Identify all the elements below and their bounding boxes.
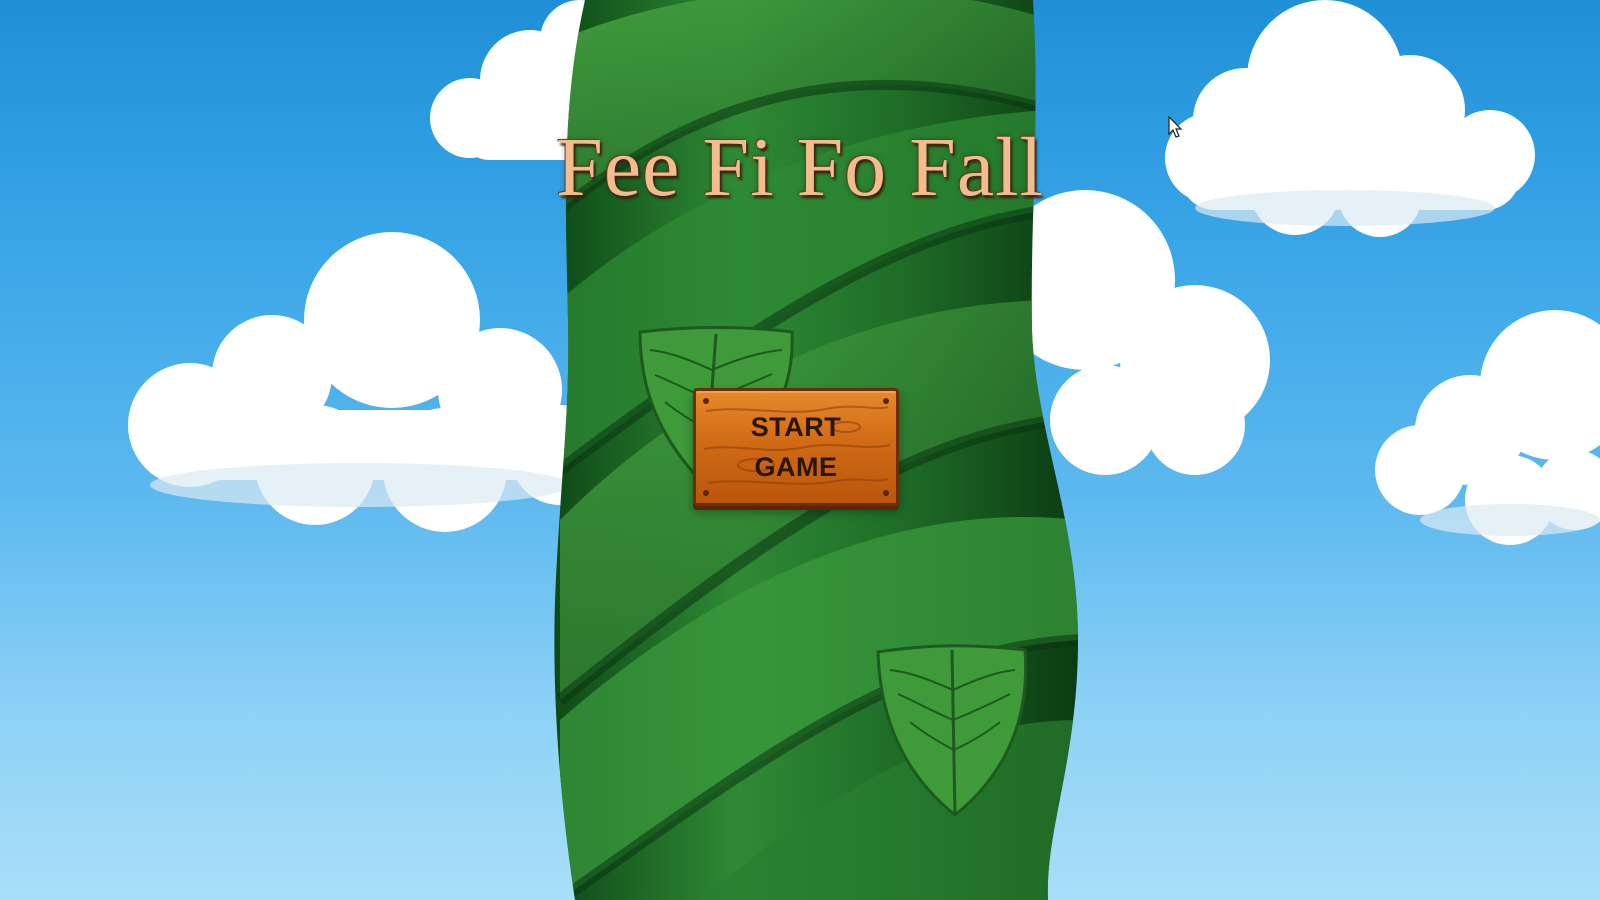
start-button-label-line1: START bbox=[750, 412, 842, 442]
game-title: Fee Fi Fo Fall bbox=[556, 121, 1044, 214]
start-button-label-line2: GAME bbox=[754, 452, 838, 482]
title-screen: Fee Fi Fo Fall START GAME bbox=[0, 0, 1600, 900]
mouse-pointer-arrow-icon bbox=[1168, 116, 1183, 138]
start-game-button[interactable]: START GAME bbox=[693, 388, 899, 506]
